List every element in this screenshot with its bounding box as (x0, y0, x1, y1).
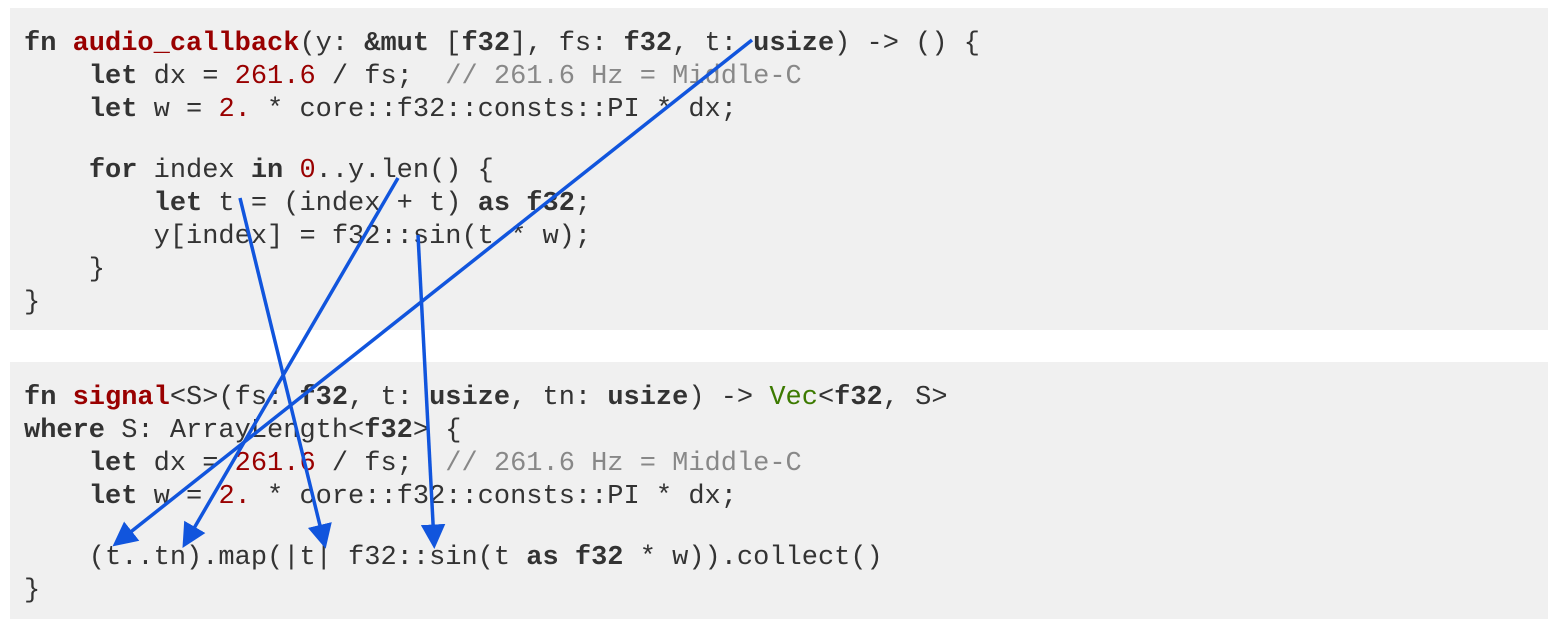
code-token: Vec (769, 383, 818, 413)
code-token: fn (24, 29, 57, 59)
code-token: usize (607, 383, 689, 413)
code-token: let (153, 189, 203, 219)
code-token: <S>(fs: (169, 383, 300, 413)
code-token: t = (index + t) (202, 189, 478, 219)
code-token: usize (429, 383, 511, 413)
code-token: ..y.len() { (315, 156, 494, 186)
code-token: * core::f32::consts::PI * dx; (250, 482, 737, 512)
code-token: as (477, 189, 511, 219)
code-token: > { (412, 416, 462, 446)
code-token: 261.6 (234, 62, 316, 92)
code-line: let t = (index + t) as f32; (24, 188, 1548, 221)
code-token: let (88, 62, 138, 92)
code-token: in (250, 156, 284, 186)
code-token: f32 (299, 383, 349, 413)
code-token: audio_callback (72, 29, 300, 59)
code-token: [ (429, 29, 462, 59)
code-token: let (88, 482, 138, 512)
code-token: // 261.6 Hz = Middle-C (445, 62, 802, 92)
code-line: fn signal<S>(fs: f32, t: usize, tn: usiz… (24, 382, 1548, 415)
code-token: f32 (623, 29, 673, 59)
code-line: let w = 2. * core::f32::consts::PI * dx; (24, 481, 1548, 514)
code-token: 261.6 (234, 449, 316, 479)
code-token: ; (574, 189, 592, 219)
code-line: } (24, 254, 1548, 287)
code-line: fn audio_callback(y: &mut [f32], fs: f32… (24, 28, 1548, 61)
code-token: fn (24, 383, 57, 413)
signal-code-block: fn signal<S>(fs: f32, t: usize, tn: usiz… (10, 362, 1548, 619)
code-token: , tn: (510, 383, 608, 413)
code-token: y[index] = f32::sin(t * w); (24, 222, 592, 252)
code-token: signal (72, 383, 170, 413)
code-token: w = (137, 95, 219, 125)
code-line: (t..tn).map(|t| f32::sin(t as f32 * w)).… (24, 542, 1548, 575)
code-token: index (137, 156, 251, 186)
code-token: dx = (137, 62, 235, 92)
code-token: // 261.6 Hz = Middle-C (445, 449, 802, 479)
code-token: S: ArrayLength< (105, 416, 365, 446)
code-line: y[index] = f32::sin(t * w); (24, 221, 1548, 254)
code-token: } (24, 255, 106, 285)
code-token: / fs; (315, 449, 446, 479)
code-line: let w = 2. * core::f32::consts::PI * dx; (24, 94, 1548, 127)
code-token: f32 (364, 416, 413, 446)
code-token: f32 (526, 189, 575, 219)
code-token: w = (137, 482, 219, 512)
code-token: , t: (672, 29, 754, 59)
code-token: for (88, 156, 138, 186)
code-token: ) -> (688, 383, 770, 413)
code-token: f32 (574, 543, 624, 573)
code-token: , S> (882, 383, 948, 413)
code-token: f32 (461, 29, 511, 59)
code-token: < (817, 383, 835, 413)
code-line: let dx = 261.6 / fs; // 261.6 Hz = Middl… (24, 61, 1548, 94)
code-token: (t..tn).map(|t| f32::sin(t (24, 543, 527, 573)
code-token: } (24, 576, 41, 606)
code-token: f32 (834, 383, 883, 413)
code-line: } (24, 575, 1548, 608)
code-token: let (88, 449, 138, 479)
code-token: 0 (299, 156, 316, 186)
code-line: for index in 0..y.len() { (24, 155, 1548, 188)
code-token: (y: (299, 29, 365, 59)
code-token: , t: (348, 383, 430, 413)
code-token: / fs; (315, 62, 446, 92)
code-token: ], fs: (510, 29, 624, 59)
code-line: let dx = 261.6 / fs; // 261.6 Hz = Middl… (24, 448, 1548, 481)
code-token: ) -> () { (834, 29, 980, 59)
code-token: } (24, 288, 41, 318)
code-token: dx = (137, 449, 235, 479)
code-token: let (88, 95, 138, 125)
code-token: as (526, 543, 559, 573)
code-token: usize (753, 29, 835, 59)
code-token: * core::f32::consts::PI * dx; (250, 95, 737, 125)
audio-callback-code-block: fn audio_callback(y: &mut [f32], fs: f32… (10, 8, 1548, 330)
code-token: * w)).collect() (623, 543, 883, 573)
code-token: 2. (218, 95, 251, 125)
code-token: 2. (218, 482, 251, 512)
code-line: where S: ArrayLength<f32> { (24, 415, 1548, 448)
code-line: } (24, 287, 1548, 320)
code-token: &mut (364, 29, 430, 59)
code-token: where (24, 416, 106, 446)
